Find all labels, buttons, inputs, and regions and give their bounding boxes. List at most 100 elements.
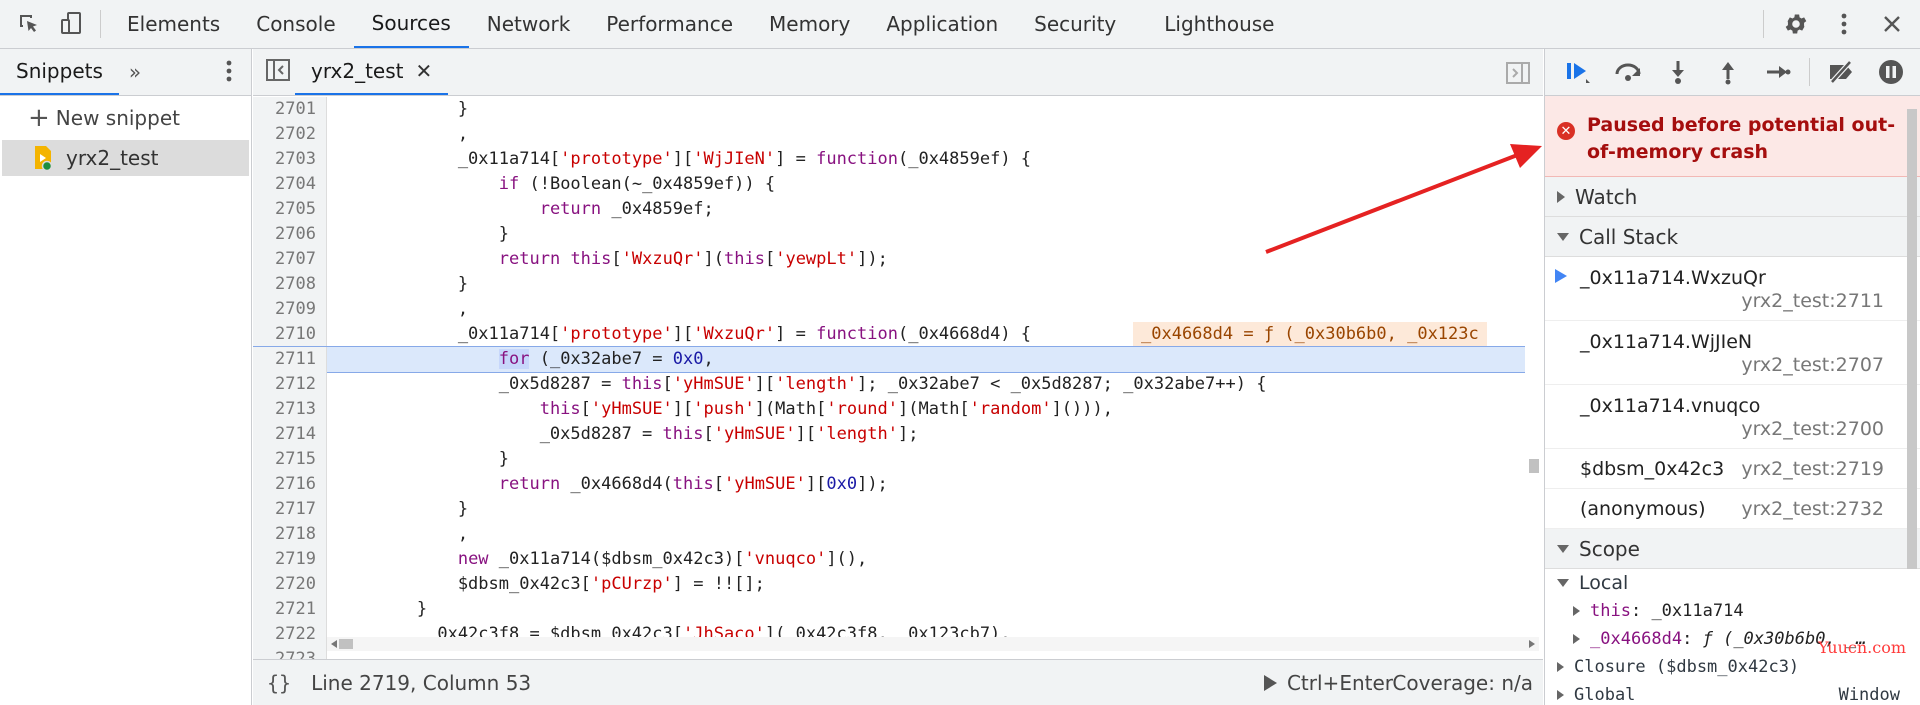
- vertical-scroll-thumb[interactable]: [1529, 459, 1539, 473]
- frame-location[interactable]: yrx2_test:2732: [1741, 498, 1884, 520]
- code-line[interactable]: 2713 this['yHmSUE']['push'](Math['round'…: [253, 397, 1525, 422]
- scope-global[interactable]: Global Window: [1545, 681, 1920, 705]
- line-number[interactable]: 2716: [253, 472, 327, 497]
- line-number[interactable]: 2709: [253, 297, 327, 322]
- toggle-navigator-icon[interactable]: [265, 58, 291, 86]
- code-lines[interactable]: 2701 } 2702 , 2703 _0x11a714['prototype'][…: [253, 97, 1525, 693]
- line-number[interactable]: 2705: [253, 197, 327, 222]
- scope-closure[interactable]: Closure ($dbsm_0x42c3): [1545, 653, 1920, 681]
- code-line[interactable]: 2715 }: [253, 447, 1525, 472]
- call-frame[interactable]: _0x11a714.WxzuQr yrx2_test:2711: [1545, 257, 1920, 321]
- code-line[interactable]: 2708 }: [253, 272, 1525, 297]
- tab-security[interactable]: Security: [1016, 0, 1134, 48]
- code-line[interactable]: 2710 _0x11a714['prototype']['WxzuQr'] = …: [253, 322, 1525, 347]
- code-line[interactable]: 2704 if (!Boolean(~_0x4859ef)) {: [253, 172, 1525, 197]
- line-number[interactable]: 2714: [253, 422, 327, 447]
- line-number[interactable]: 2722: [253, 622, 327, 647]
- watermark: Yuucn.com: [1818, 638, 1906, 657]
- code-line[interactable]: 2721 }: [253, 597, 1525, 622]
- code-line[interactable]: 2717 }: [253, 497, 1525, 522]
- current-execution-line[interactable]: 2711 for (_0x32abe7 = 0x0,: [253, 346, 1525, 373]
- deactivate-breakpoints-icon[interactable]: [1816, 49, 1866, 95]
- line-number[interactable]: 2717: [253, 497, 327, 522]
- code-line[interactable]: 2707 return this['WxzuQr'](this['yewpLt'…: [253, 247, 1525, 272]
- tab-elements[interactable]: Elements: [109, 0, 238, 48]
- code-line[interactable]: 2718 ,: [253, 522, 1525, 547]
- step-over-icon[interactable]: [1603, 49, 1653, 95]
- line-number[interactable]: 2721: [253, 597, 327, 622]
- line-number[interactable]: 2703: [253, 147, 327, 172]
- file-tab[interactable]: yrx2_test ✕: [295, 49, 449, 95]
- code-line[interactable]: 2720 $dbsm_0x42c3['pCUrzp'] = !![];: [253, 572, 1525, 597]
- inspect-element-icon[interactable]: [8, 0, 50, 48]
- more-options-icon[interactable]: [225, 59, 233, 87]
- close-devtools-icon[interactable]: [1868, 0, 1916, 48]
- frame-location[interactable]: yrx2_test:2700: [1741, 418, 1884, 440]
- line-number[interactable]: 2704: [253, 172, 327, 197]
- line-number[interactable]: 2713: [253, 397, 327, 422]
- code-line[interactable]: 2705 return _0x4859ef;: [253, 197, 1525, 222]
- watch-section-header[interactable]: Watch: [1545, 177, 1920, 217]
- tab-performance[interactable]: Performance: [588, 0, 751, 48]
- tab-network[interactable]: Network: [469, 0, 589, 48]
- code-line[interactable]: 2701 }: [253, 97, 1525, 122]
- line-number[interactable]: 2712: [253, 372, 327, 397]
- frame-location[interactable]: yrx2_test:2711: [1741, 290, 1884, 312]
- scope-local[interactable]: Local: [1545, 569, 1920, 597]
- line-number[interactable]: 2711: [253, 347, 327, 372]
- toggle-debugger-icon[interactable]: [1505, 61, 1531, 89]
- tab-application[interactable]: Application: [868, 0, 1016, 48]
- step-out-icon[interactable]: [1703, 49, 1753, 95]
- scroll-right-icon[interactable]: [1529, 640, 1535, 648]
- code-line[interactable]: 2714 _0x5d8287 = this['yHmSUE']['length'…: [253, 422, 1525, 447]
- pause-on-exceptions-icon[interactable]: [1866, 49, 1916, 95]
- line-number[interactable]: 2707: [253, 247, 327, 272]
- call-stack-section-header[interactable]: Call Stack: [1545, 217, 1920, 257]
- run-snippet-button[interactable]: Ctrl+Enter: [1263, 671, 1393, 695]
- scope-property[interactable]: this: _0x11a714: [1545, 597, 1920, 625]
- more-tabs-button[interactable]: »: [129, 60, 141, 84]
- frame-location[interactable]: yrx2_test:2719: [1741, 458, 1884, 480]
- line-number[interactable]: 2708: [253, 272, 327, 297]
- debugger-scrollbar[interactable]: [1907, 109, 1917, 569]
- step-icon[interactable]: [1753, 49, 1803, 95]
- code-line[interactable]: 2709 ,: [253, 297, 1525, 322]
- code-line[interactable]: 2702 ,: [253, 122, 1525, 147]
- snippet-item[interactable]: yrx2_test: [2, 140, 249, 176]
- call-frame[interactable]: _0x11a714.WjJIeN yrx2_test:2707: [1545, 321, 1920, 385]
- line-number[interactable]: 2706: [253, 222, 327, 247]
- line-number[interactable]: 2718: [253, 522, 327, 547]
- tab-snippets[interactable]: Snippets: [0, 49, 119, 95]
- line-number[interactable]: 2702: [253, 122, 327, 147]
- scroll-left-icon[interactable]: [331, 640, 337, 648]
- code-line[interactable]: 2716 return _0x4668d4(this['yHmSUE'][0x0…: [253, 472, 1525, 497]
- frame-location[interactable]: yrx2_test:2707: [1741, 354, 1884, 376]
- more-options-icon[interactable]: [1820, 0, 1868, 48]
- code-line[interactable]: 2719 new _0x11a714($dbsm_0x42c3)['vnuqco…: [253, 547, 1525, 572]
- line-number[interactable]: 2715: [253, 447, 327, 472]
- new-snippet-button[interactable]: + New snippet: [0, 96, 251, 140]
- horizontal-scrollbar[interactable]: [327, 637, 1539, 651]
- step-into-icon[interactable]: [1653, 49, 1703, 95]
- tab-memory[interactable]: Memory: [751, 0, 868, 48]
- tab-console[interactable]: Console: [238, 0, 353, 48]
- call-frame[interactable]: (anonymous) yrx2_test:2732: [1545, 489, 1920, 529]
- close-tab-icon[interactable]: ✕: [416, 59, 433, 83]
- gear-icon[interactable]: [1772, 0, 1820, 48]
- device-toolbar-icon[interactable]: [50, 0, 92, 48]
- code-line[interactable]: 2706 }: [253, 222, 1525, 247]
- tab-lighthouse[interactable]: Lighthouse: [1146, 0, 1292, 48]
- scope-section-header[interactable]: Scope: [1545, 529, 1920, 569]
- code-line[interactable]: 2712 _0x5d8287 = this['yHmSUE']['length'…: [253, 372, 1525, 397]
- line-number[interactable]: 2701: [253, 97, 327, 122]
- call-frame[interactable]: $dbsm_0x42c3 yrx2_test:2719: [1545, 449, 1920, 489]
- tab-sources[interactable]: Sources: [353, 0, 469, 48]
- line-number[interactable]: 2719: [253, 547, 327, 572]
- resume-button[interactable]: [1553, 49, 1603, 95]
- pretty-print-button[interactable]: {}: [253, 671, 311, 695]
- code-line[interactable]: 2703 _0x11a714['prototype']['WjJIeN'] = …: [253, 147, 1525, 172]
- scroll-thumb[interactable]: [339, 639, 353, 649]
- line-number[interactable]: 2710: [253, 322, 327, 347]
- line-number[interactable]: 2720: [253, 572, 327, 597]
- call-frame[interactable]: _0x11a714.vnuqco yrx2_test:2700: [1545, 385, 1920, 449]
